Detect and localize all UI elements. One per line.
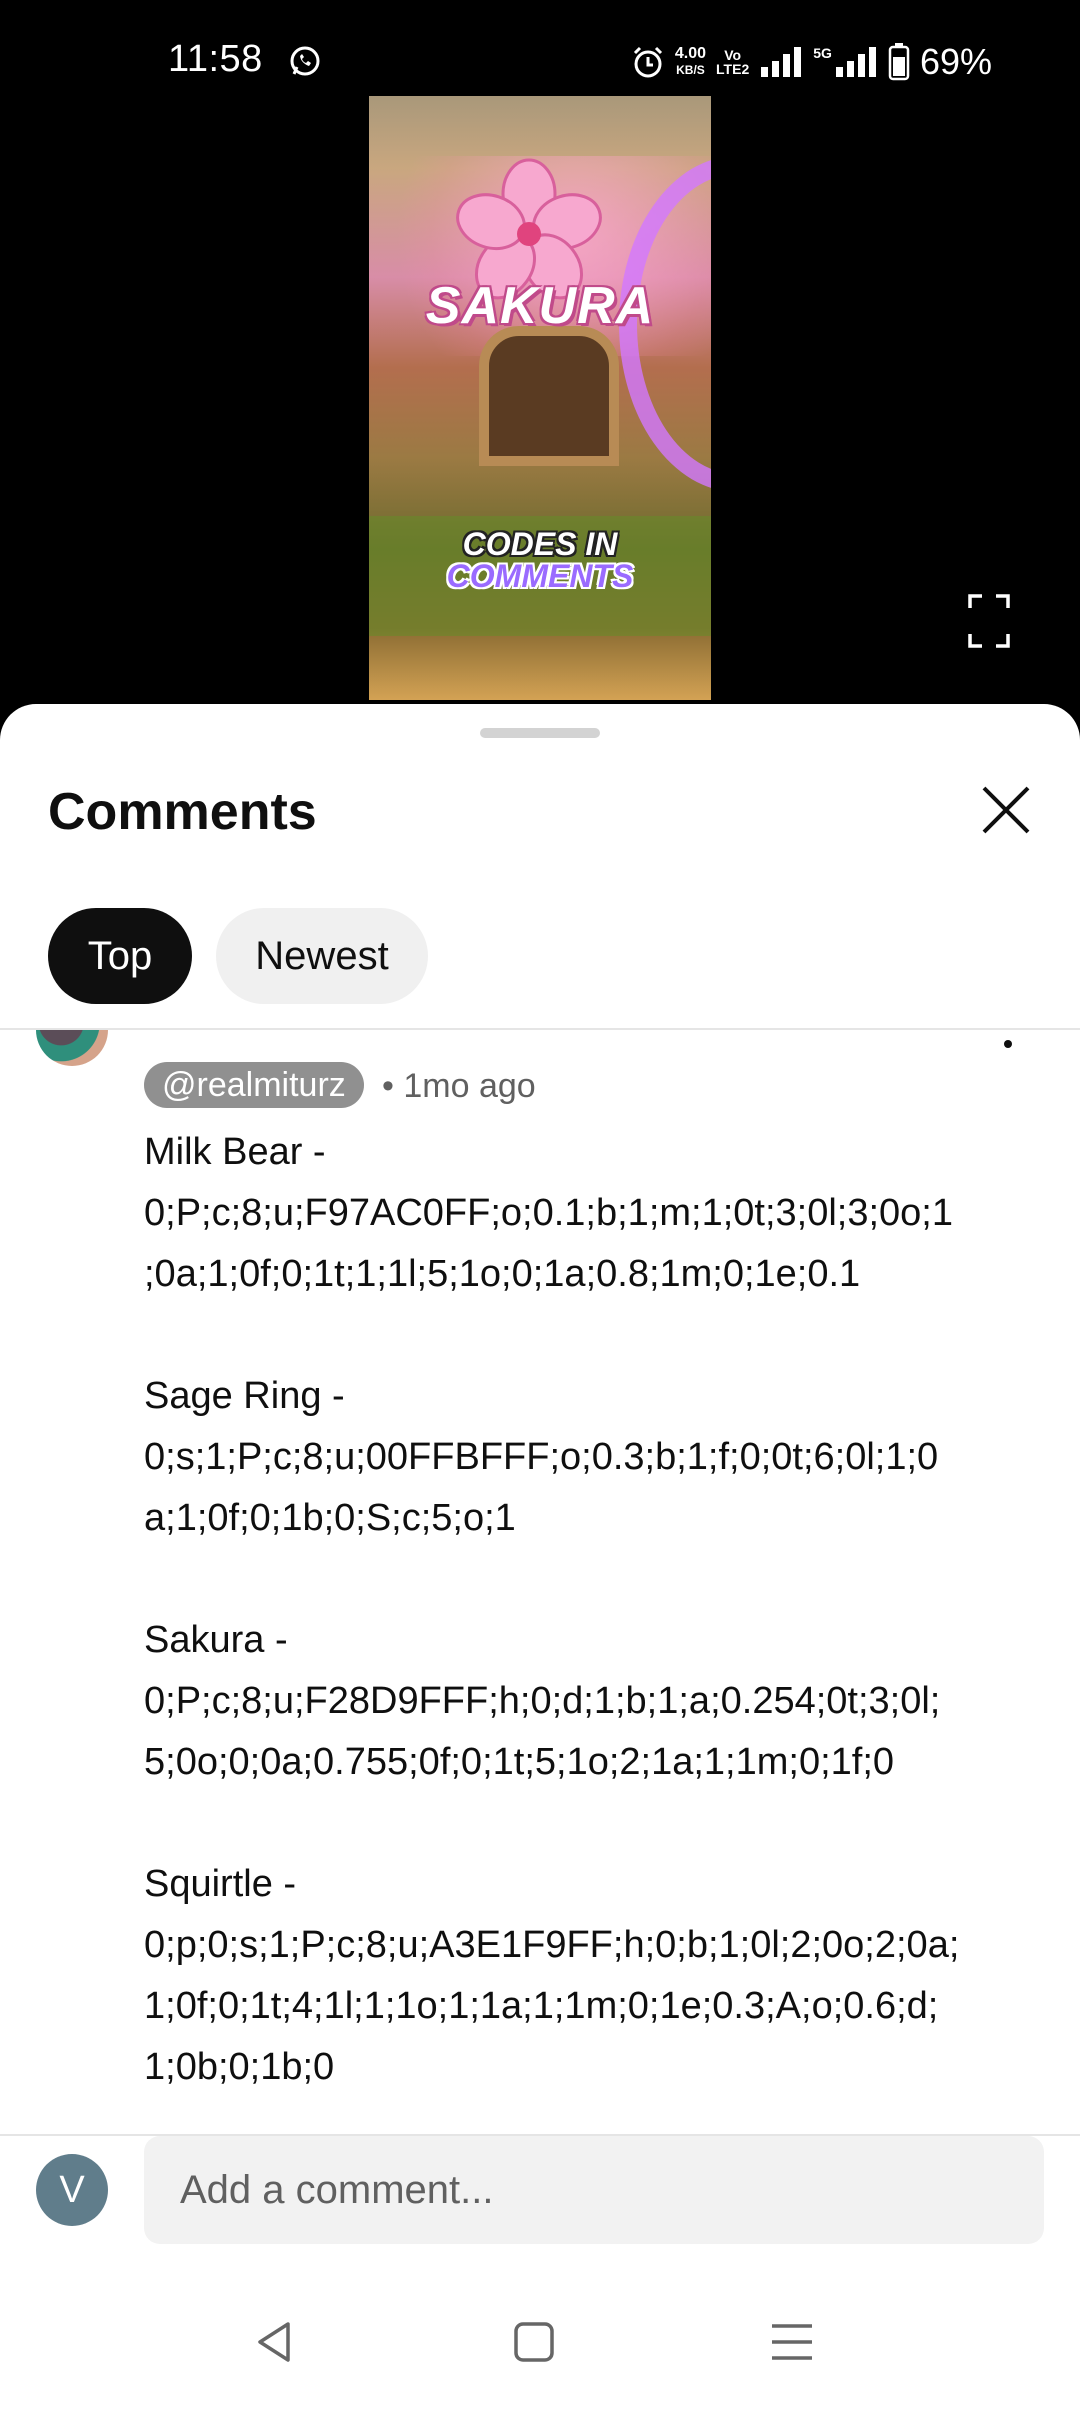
status-time: 11:58 <box>168 38 263 80</box>
fullscreen-icon[interactable] <box>968 594 1010 648</box>
comment-time: 1mo ago <box>403 1067 536 1105</box>
code-line: a;1;0f;0;1b;0;S;c;5;o;1 <box>144 1497 516 1539</box>
code-block-name: Squirtle - <box>144 1863 297 1905</box>
commenter-avatar[interactable] <box>36 1030 108 1066</box>
close-icon[interactable] <box>976 780 1036 840</box>
code-line: 1;0f;0;1t;4;1l;1;1o;1;1a;1;1m;0;1e;0.3;A… <box>144 1985 939 2027</box>
code-line: 0;P;c;8;u;F97AC0FF;o;0.1;b;1;m;1;0t;3;0l… <box>144 1192 954 1234</box>
video-title-overlay: SAKURA <box>425 277 655 335</box>
whatsapp-icon <box>290 46 320 76</box>
network-speed-value: 4.00 <box>674 45 707 62</box>
comments-list[interactable]: @realmiturz • 1mo ago Milk Bear - 0;P;c;… <box>0 1030 1080 2138</box>
code-line: ;0a;1;0f;0;1t;1;1l;5;1o;0;1a;0.8;1m;0;1e… <box>144 1253 861 1295</box>
code-line: 0;P;c;8;u;F28D9FFF;h;0;d;1;b;1;a;0.254;0… <box>144 1680 941 1722</box>
lte-label: LTE2 <box>716 61 750 77</box>
drag-handle[interactable] <box>480 728 600 738</box>
tab-newest[interactable]: Newest <box>216 908 428 1004</box>
comment-body: Milk Bear - 0;P;c;8;u;F97AC0FF;o;0.1;b;1… <box>144 1122 1014 2098</box>
user-avatar[interactable]: V <box>36 2154 108 2226</box>
comment-meta: • 1mo ago <box>382 1064 536 1108</box>
recents-icon[interactable] <box>764 2314 820 2370</box>
five-g-label: 5G <box>813 45 832 61</box>
alarm-icon <box>633 46 662 78</box>
system-nav-bar <box>0 2272 1080 2412</box>
add-comment-bar: V Add a comment... <box>0 2136 1080 2272</box>
more-options-icon[interactable] <box>1004 1040 1012 1048</box>
status-bar: 11:58 4.00 KB/S Vo LTE2 5G 69% <box>0 0 1080 96</box>
vo-label: Vo <box>724 47 742 63</box>
home-icon[interactable] <box>506 2314 562 2370</box>
video-door <box>479 326 619 466</box>
tab-top[interactable]: Top <box>48 908 192 1004</box>
signal-5g: 5G <box>813 45 878 79</box>
status-icons: 4.00 KB/S Vo LTE2 5G 69% <box>631 38 992 86</box>
volte-indicator: Vo LTE2 <box>716 48 749 76</box>
comments-sheet: Comments Top Newest @realmiturz • 1mo ag… <box>0 704 1080 2412</box>
add-comment-input[interactable]: Add a comment... <box>144 2136 1044 2244</box>
video-player[interactable]: SAKURA CODES IN COMMENTS <box>0 96 1080 800</box>
code-line: 1;0b;0;1b;0 <box>144 2046 335 2088</box>
meta-separator: • <box>382 1067 394 1105</box>
code-line: 0;p;0;s;1;P;c;8;u;A3E1F9FF;h;0;b;1;0l;2;… <box>144 1924 960 1966</box>
code-block-name: Sakura - <box>144 1619 288 1661</box>
network-speed-unit: KB/S <box>676 63 705 77</box>
comments-title: Comments <box>48 783 317 841</box>
code-block-name: Milk Bear - <box>144 1131 326 1173</box>
code-block-name: Sage Ring - <box>144 1375 345 1417</box>
signal-icon <box>761 47 802 77</box>
back-icon[interactable] <box>248 2314 304 2370</box>
comment-author[interactable]: @realmiturz <box>144 1062 364 1108</box>
battery-icon <box>888 43 910 81</box>
battery-percent: 69% <box>919 41 992 82</box>
signal-icon-2 <box>835 47 876 77</box>
code-line: 0;s;1;P;c;8;u;00FFBFFF;o;0.3;b;1;f;0;0t;… <box>144 1436 939 1478</box>
video-caption-line2: COMMENTS <box>446 558 634 594</box>
network-speed: 4.00 KB/S <box>675 46 706 78</box>
code-line: 5;0o;0;0a;0.755;0f;0;1t;5;1o;2;1a;1;1m;0… <box>144 1741 895 1783</box>
video-frame: SAKURA CODES IN COMMENTS <box>369 96 711 700</box>
